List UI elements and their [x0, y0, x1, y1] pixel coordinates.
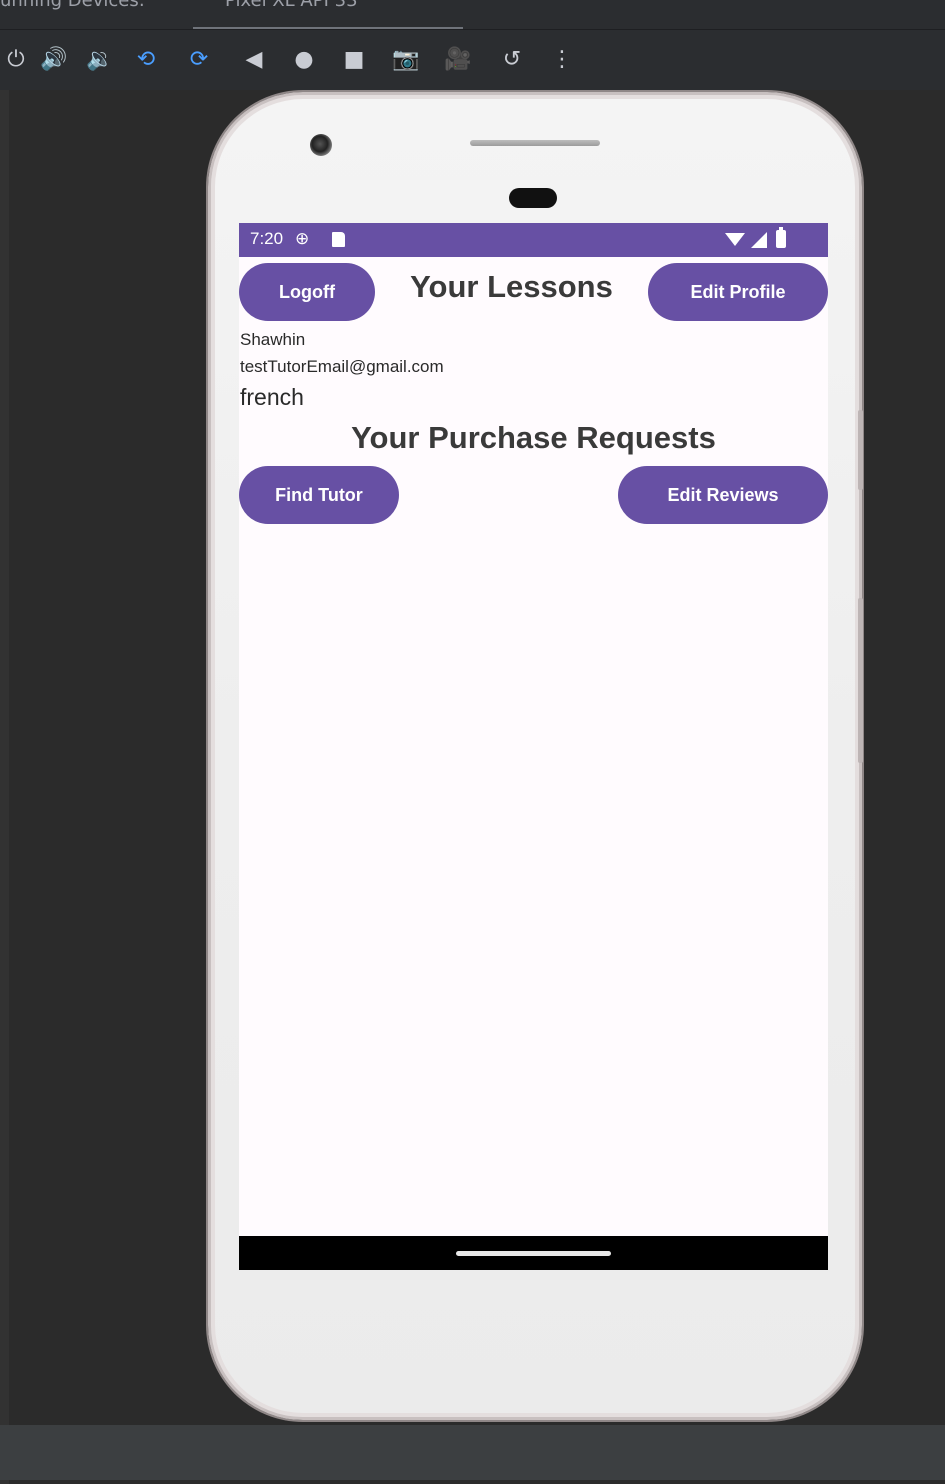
- ide-left-strip: [0, 90, 9, 1484]
- proximity-sensor: [509, 188, 557, 208]
- status-time: 7:20: [250, 229, 284, 248]
- logoff-button[interactable]: Logoff: [239, 263, 375, 321]
- screenshot-icon[interactable]: 📷: [392, 44, 420, 76]
- purchase-requests-title: Your Purchase Requests: [351, 420, 716, 455]
- sd-card-icon: [332, 232, 345, 247]
- rotate-left-icon[interactable]: ⟲: [132, 44, 160, 76]
- volume-up-icon[interactable]: 🔊: [40, 44, 68, 76]
- battery-icon: [776, 227, 786, 248]
- ide-status-bar: [0, 1425, 945, 1480]
- back-icon[interactable]: ◀: [240, 44, 268, 76]
- tab-device[interactable]: Pixel XL API 33: [225, 0, 358, 11]
- more-icon[interactable]: ⋮: [548, 44, 576, 76]
- tutor-email: testTutorEmail@gmail.com: [240, 357, 444, 376]
- home-icon[interactable]: ●: [290, 44, 318, 76]
- tutor-subject: french: [240, 384, 304, 410]
- tutor-name: Shawhin: [240, 330, 306, 349]
- gesture-handle[interactable]: [456, 1251, 611, 1256]
- rotate-right-icon[interactable]: ⟳: [185, 44, 213, 76]
- wifi-icon: [725, 233, 745, 246]
- edit-profile-button[interactable]: Edit Profile: [648, 263, 828, 321]
- page-title: Your Lessons: [410, 269, 613, 304]
- overview-icon[interactable]: ■: [340, 44, 368, 76]
- snapshot-icon[interactable]: ↺: [498, 44, 526, 76]
- edit-reviews-button[interactable]: Edit Reviews: [618, 466, 828, 524]
- active-tab-indicator: [193, 27, 463, 29]
- globe-icon: ⊕: [295, 229, 310, 249]
- volume-button[interactable]: [858, 410, 863, 490]
- tab-running-devices[interactable]: unning Devices:: [0, 0, 145, 11]
- find-tutor-button[interactable]: Find Tutor: [239, 466, 399, 524]
- volume-down-icon[interactable]: 🔉: [86, 44, 114, 76]
- record-icon[interactable]: 🎥: [444, 44, 472, 76]
- power-side-button[interactable]: [858, 598, 863, 763]
- emulator-toolbar-area: unning Devices: Pixel XL API 33 ⏻ 🔊 🔉 ⟲ …: [0, 0, 945, 90]
- speaker-grille: [470, 140, 600, 146]
- status-bar: 7:20 ⊕: [239, 223, 828, 257]
- power-icon[interactable]: ⏻: [2, 44, 30, 76]
- emulator-toolbar: ⏻ 🔊 🔉 ⟲ ⟳ ◀ ● ■ 📷 🎥 ↺ ⋮: [0, 36, 945, 86]
- ide-tab-bar: unning Devices: Pixel XL API 33: [0, 0, 945, 30]
- app-screen: 7:20 ⊕ Logoff Your Lessons Edit Profile …: [239, 223, 828, 1270]
- navigation-bar: [239, 1236, 828, 1270]
- front-camera-icon: [310, 134, 332, 156]
- signal-icon: [751, 232, 767, 248]
